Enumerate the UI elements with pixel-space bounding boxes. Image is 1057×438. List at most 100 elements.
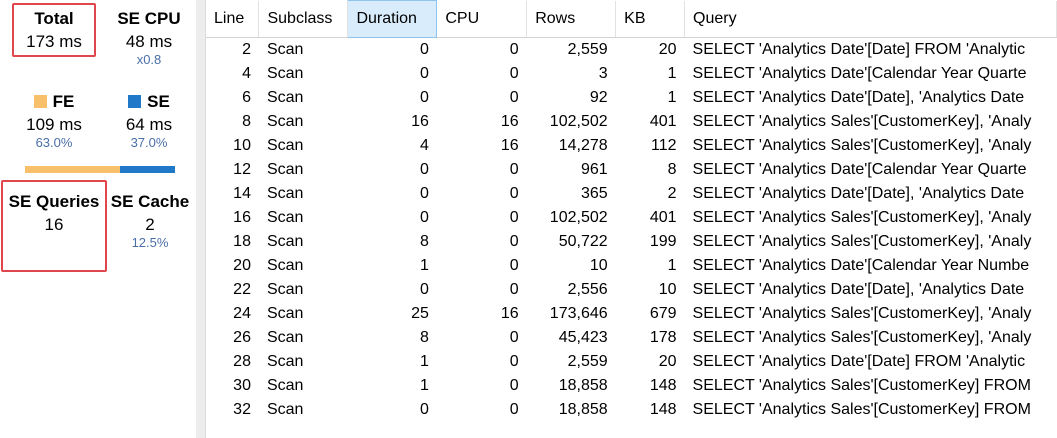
cell-subclass: Scan [266,136,304,154]
cell-line: 6 [242,88,251,106]
cell-subclass: Scan [266,400,304,418]
metric-se-cache-label: SE Cache [110,192,190,211]
column-header-kb[interactable]: KB [615,0,686,38]
fe-se-ratio-bar [25,166,175,173]
cell-query: SELECT 'Analytics Sales'[CustomerKey], '… [692,232,1032,250]
cell-kb: 1 [667,88,677,106]
cell-query: SELECT 'Analytics Sales'[CustomerKey] FR… [692,376,1031,394]
cell-subclass: Scan [266,232,304,250]
column-header-rows[interactable]: Rows [526,0,617,38]
table-row[interactable]: 32 Scan 0 0 18,858 148 SELECT 'Analytics Sales… [206,398,1057,422]
cell-line: 28 [233,352,251,370]
cell-subclass: Scan [266,160,304,178]
fe-ratio-fill [25,166,120,173]
column-header-line[interactable]: Line [206,0,260,38]
table-row[interactable]: 8 Scan 16 16 102,502 401 SELECT 'Analytics Sal… [206,110,1057,134]
cell-cpu: 0 [509,280,519,298]
cell-rows: 18,858 [558,376,608,394]
panel-splitter[interactable] [196,0,206,438]
cell-duration: 1 [419,256,429,274]
cell-duration: 8 [419,232,429,250]
cell-subclass: Scan [266,184,304,202]
cell-cpu: 0 [509,232,519,250]
cell-duration: 0 [419,88,429,106]
se-legend-swatch-icon [128,95,142,108]
cell-rows: 14,278 [558,136,608,154]
cell-query: SELECT 'Analytics Sales'[CustomerKey], '… [692,112,1032,130]
cell-cpu: 16 [500,304,519,322]
column-header-cpu[interactable]: CPU [436,0,528,38]
cell-cpu: 0 [509,64,519,82]
cell-line: 26 [233,328,251,346]
table-row[interactable]: 18 Scan 8 0 50,722 199 SELECT 'Analytics Sales… [206,230,1057,254]
cell-rows: 10 [589,256,608,274]
cell-subclass: Scan [266,328,304,346]
metric-se-cpu-ratio: x0.8 [136,52,162,67]
table-row[interactable]: 12 Scan 0 0 961 8 SELECT 'Analytics Date'[Cale… [206,158,1057,182]
cell-rows: 2,559 [567,40,608,58]
cell-rows: 173,646 [549,304,608,322]
cell-line: 16 [233,208,251,226]
cell-cpu: 0 [509,376,519,394]
cell-duration: 0 [419,160,429,178]
cell-subclass: Scan [266,40,304,58]
metric-se-cache: SE Cache 2 12.5% [108,192,192,251]
cell-rows: 2,559 [567,352,608,370]
cell-rows: 102,502 [549,112,608,130]
cell-subclass: Scan [266,208,304,226]
cell-line: 14 [233,184,251,202]
cell-line: 20 [233,256,251,274]
cell-kb: 1 [667,256,677,274]
cell-line: 18 [233,232,251,250]
cell-query: SELECT 'Analytics Date'[Date], 'Analytic… [692,280,1025,298]
table-row[interactable]: 6 Scan 0 0 92 1 SELECT 'Analytics Date'[Date],… [206,86,1057,110]
table-row[interactable]: 30 Scan 1 0 18,858 148 SELECT 'Analytics Sales… [206,374,1057,398]
table-row[interactable]: 26 Scan 8 0 45,423 178 SELECT 'Analytics Sales… [206,326,1057,350]
se-queries-grid: Line Subclass Duration CPU Rows KB Query 2 Scan… [206,0,1057,438]
server-timings-metrics-panel: Total 173 ms SE CPU 48 ms x0.8 FE 109 ms… [0,0,196,438]
cell-kb: 401 [649,208,677,226]
table-row[interactable]: 24 Scan 25 16 173,646 679 SELECT 'Analytics Sa… [206,302,1057,326]
table-body: 2 Scan 0 0 2,559 20 SELECT 'Analytics Date'[Da… [206,38,1057,422]
cell-kb: 112 [651,136,677,154]
column-header-subclass[interactable]: Subclass [258,0,349,38]
metric-se-value: 64 ms [125,115,173,134]
table-row[interactable]: 10 Scan 4 16 14,278 112 SELECT 'Analytics Sale… [206,134,1057,158]
table-row[interactable]: 16 Scan 0 0 102,502 401 SELECT 'Analytics Sale… [206,206,1057,230]
cell-query: SELECT 'Analytics Sales'[CustomerKey], '… [692,328,1032,346]
cell-rows: 961 [580,160,608,178]
table-row[interactable]: 14 Scan 0 0 365 2 SELECT 'Analytics Date'[Date… [206,182,1057,206]
cell-duration: 0 [419,208,429,226]
cell-line: 4 [242,64,251,82]
table-row[interactable]: 28 Scan 1 0 2,559 20 SELECT 'Analytics Date'[D… [206,350,1057,374]
metric-total: Total 173 ms [12,9,96,52]
cell-duration: 1 [419,376,429,394]
cell-duration: 0 [419,40,429,58]
table-row[interactable]: 4 Scan 0 0 3 1 SELECT 'Analytics Date'[Calenda… [206,62,1057,86]
cell-query: SELECT 'Analytics Sales'[CustomerKey] FR… [692,400,1031,418]
cell-line: 22 [233,280,251,298]
cell-subclass: Scan [266,88,304,106]
column-header-duration[interactable]: Duration [347,0,438,38]
table-row[interactable]: 20 Scan 1 0 10 1 SELECT 'Analytics Date'[Calen… [206,254,1057,278]
metric-se-label: SE [147,92,170,111]
cell-line: 12 [233,160,251,178]
cell-duration: 4 [419,136,429,154]
se-queries-table: Line Subclass Duration CPU Rows KB Query 2 Scan… [206,0,1057,422]
cell-subclass: Scan [266,304,304,322]
cell-rows: 92 [589,88,608,106]
cell-cpu: 0 [509,184,519,202]
cell-query: SELECT 'Analytics Date'[Calendar Year Qu… [692,64,1027,82]
cell-rows: 45,423 [558,328,608,346]
cell-rows: 18,858 [558,400,608,418]
table-row[interactable]: 22 Scan 0 0 2,556 10 SELECT 'Analytics Date'[D… [206,278,1057,302]
metric-se-cpu-label: SE CPU [117,9,181,28]
table-row[interactable]: 2 Scan 0 0 2,559 20 SELECT 'Analytics Date'[Da… [206,38,1057,62]
cell-duration: 0 [419,280,429,298]
column-header-query[interactable]: Query [684,0,1057,38]
cell-duration: 8 [419,328,429,346]
cell-query: SELECT 'Analytics Sales'[CustomerKey], '… [692,208,1032,226]
cell-cpu: 0 [509,352,519,370]
cell-kb: 679 [649,304,677,322]
cell-kb: 148 [649,400,677,418]
